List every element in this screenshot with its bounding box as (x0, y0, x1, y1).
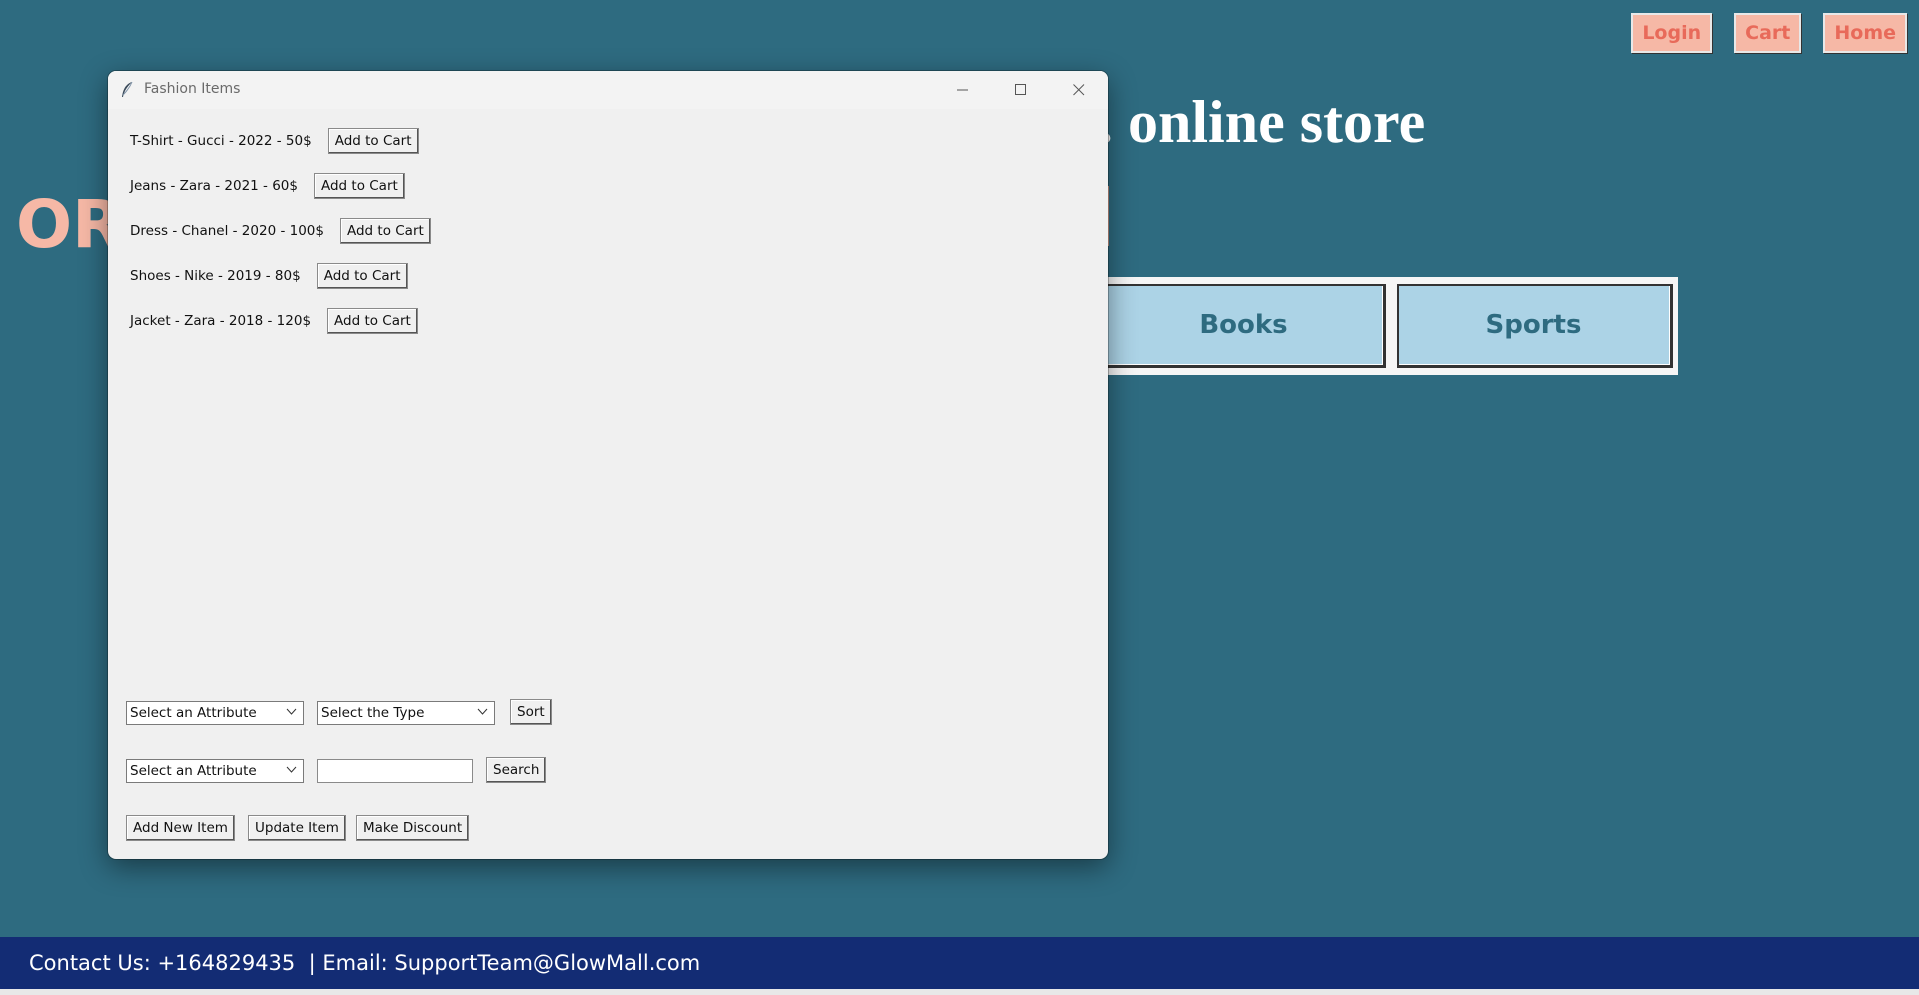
add-to-cart-button[interactable]: Add to Cart (327, 308, 418, 334)
make-discount-button[interactable]: Make Discount (356, 815, 470, 841)
search-attribute-value: Select an Attribute (130, 763, 257, 779)
subheading-fragment: OR (16, 186, 123, 263)
maximize-icon (1015, 84, 1026, 95)
close-button[interactable] (1050, 71, 1108, 109)
footer: Contact Us: +164829435 | Email: SupportT… (0, 937, 1919, 989)
search-input[interactable] (317, 759, 473, 783)
search-attribute-select[interactable]: Select an Attribute (126, 759, 304, 783)
chevron-down-icon (477, 708, 488, 715)
login-button[interactable]: Login (1631, 13, 1713, 53)
window-title: Fashion Items (144, 81, 241, 97)
category-panel: Books Sports (1104, 277, 1678, 375)
books-category-button[interactable]: Books (1104, 284, 1386, 368)
sports-category-button[interactable]: Sports (1397, 284, 1673, 368)
item-label: Shoes - Nike - 2019 - 80$ (130, 268, 301, 284)
add-to-cart-button[interactable]: Add to Cart (313, 173, 405, 199)
footer-contact-text: Contact Us: +164829435 | Email: SupportT… (29, 951, 701, 975)
sort-type-value: Select the Type (321, 705, 425, 721)
sort-attribute-select[interactable]: Select an Attribute (126, 701, 304, 725)
item-label: Dress - Chanel - 2020 - 100$ (130, 223, 324, 239)
add-to-cart-button[interactable]: Add to Cart (339, 218, 431, 244)
list-item: Jeans - Zara - 2021 - 60$ Add to Cart (130, 173, 405, 199)
search-button[interactable]: Search (486, 757, 547, 783)
fashion-items-window: Fashion Items T-Shirt - Gucci - 2022 - 5… (108, 71, 1108, 859)
sort-button[interactable]: Sort (510, 699, 552, 725)
chevron-down-icon (286, 766, 297, 773)
sort-attribute-value: Select an Attribute (130, 705, 257, 721)
add-to-cart-button[interactable]: Add to Cart (316, 263, 408, 289)
home-button[interactable]: Home (1823, 13, 1907, 53)
top-nav: Login Cart Home (1631, 13, 1907, 53)
window-titlebar[interactable]: Fashion Items (108, 71, 1108, 109)
item-label: Jeans - Zara - 2021 - 60$ (130, 178, 298, 194)
item-label: Jacket - Zara - 2018 - 120$ (130, 313, 312, 329)
close-icon (1073, 84, 1085, 96)
minimize-icon (957, 89, 968, 91)
update-item-button[interactable]: Update Item (248, 815, 346, 841)
item-label: T-Shirt - Gucci - 2022 - 50$ (130, 133, 312, 149)
add-to-cart-button[interactable]: Add to Cart (327, 128, 419, 154)
list-item: Jacket - Zara - 2018 - 120$ Add to Cart (130, 308, 418, 334)
maximize-button[interactable] (992, 71, 1050, 109)
page-heading: online store (1128, 89, 1426, 155)
footer-bottom-strip (0, 989, 1919, 995)
list-item: Dress - Chanel - 2020 - 100$ Add to Cart (130, 218, 431, 244)
add-new-item-button[interactable]: Add New Item (126, 815, 235, 841)
list-item: Shoes - Nike - 2019 - 80$ Add to Cart (130, 263, 408, 289)
cart-button[interactable]: Cart (1734, 13, 1802, 53)
minimize-button[interactable] (934, 71, 992, 109)
chevron-down-icon (286, 708, 297, 715)
sort-type-select[interactable]: Select the Type (317, 701, 495, 725)
list-item: T-Shirt - Gucci - 2022 - 50$ Add to Cart (130, 128, 419, 154)
feather-icon (120, 81, 134, 103)
